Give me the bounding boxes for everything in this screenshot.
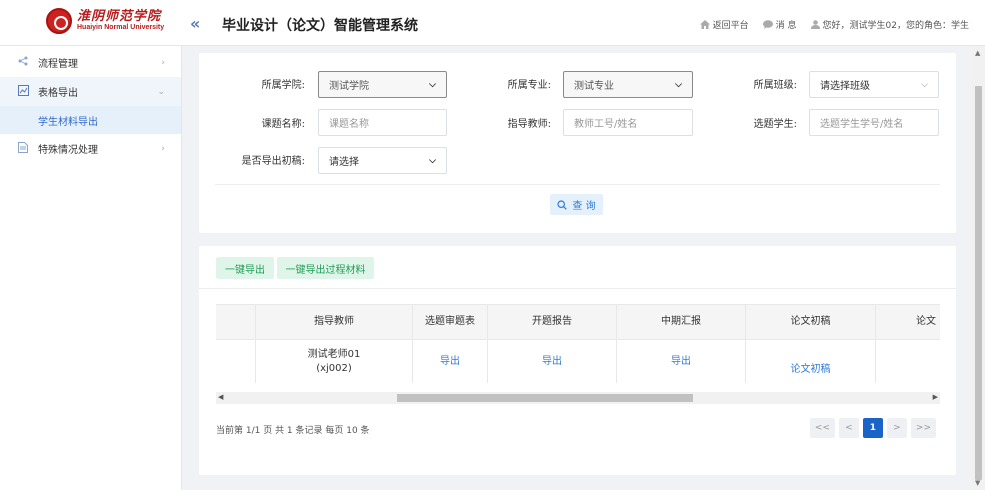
share-icon bbox=[18, 56, 32, 69]
sidebar-collapse-icon[interactable]: « bbox=[190, 14, 200, 33]
table-row: 测试老师01 (xj002) 导出 导出 导出 论文初稿 bbox=[216, 340, 940, 383]
return-platform-link[interactable]: 返回平台 bbox=[699, 18, 749, 31]
query-label: 查 询 bbox=[572, 201, 596, 212]
column-header bbox=[216, 305, 256, 339]
draft-link[interactable]: 论文初稿 bbox=[791, 363, 831, 377]
page-1-button[interactable]: 1 bbox=[862, 418, 883, 438]
major-label: 所属专业: bbox=[507, 80, 551, 91]
chevron-right-icon: › bbox=[161, 57, 165, 68]
divider bbox=[199, 288, 956, 289]
messages-label: 消 息 bbox=[775, 21, 797, 31]
next-page-button[interactable]: > bbox=[886, 418, 907, 438]
vertical-scrollbar[interactable]: ▲ ▼ bbox=[972, 46, 985, 490]
teacher-input[interactable]: 教师工号/姓名 bbox=[563, 109, 693, 136]
divider bbox=[215, 184, 940, 185]
teacher-id: (xj002) bbox=[316, 362, 352, 374]
table-header: 指导教师 选题审题表 开题报告 中期汇报 论文初稿 论文 bbox=[216, 305, 940, 340]
column-header: 中期汇报 bbox=[617, 305, 746, 339]
last-page-button[interactable]: >> bbox=[910, 418, 936, 438]
user-icon bbox=[810, 20, 820, 29]
column-header: 选题审题表 bbox=[413, 305, 488, 339]
pagination: << < 1 > >> bbox=[809, 418, 936, 438]
horizontal-scrollbar[interactable]: ◀ ▶ bbox=[216, 392, 940, 404]
logo-chinese-name: 淮阴师范学院 bbox=[77, 9, 162, 24]
teacher-label: 指导教师: bbox=[507, 119, 551, 130]
university-seal-icon bbox=[46, 8, 72, 34]
college-select[interactable]: 测试学院 ⌵ bbox=[318, 71, 447, 98]
draft-select[interactable]: 请选择 ⌵ bbox=[318, 147, 447, 174]
sidebar-subitem-student-material-export[interactable]: 学生材料导出 bbox=[0, 106, 181, 134]
teacher-cell: 测试老师01 (xj002) bbox=[256, 340, 413, 383]
chart-icon bbox=[18, 84, 32, 99]
chevron-down-icon: ⌵ bbox=[429, 156, 436, 166]
sidebar-item-special-cases[interactable]: 特殊情况处理 › bbox=[0, 134, 181, 163]
results-panel: 一键导出 一键导出过程材料 指导教师 选题审题表 开题报告 中期汇报 论文初稿 … bbox=[199, 246, 956, 475]
chevron-down-icon: ⌵ bbox=[675, 80, 682, 90]
university-logo: 淮阴师范学院 Huaiyin Normal University bbox=[46, 8, 164, 34]
scrollbar-thumb[interactable] bbox=[975, 86, 982, 480]
student-label: 选题学生: bbox=[753, 119, 797, 130]
student-input[interactable]: 选题学生学号/姓名 bbox=[809, 109, 939, 136]
search-icon bbox=[557, 199, 568, 210]
class-label: 所属班级: bbox=[753, 80, 797, 91]
message-icon bbox=[762, 20, 773, 29]
scrollbar-thumb[interactable] bbox=[397, 394, 693, 402]
class-select[interactable]: 请选择班级 ⌵ bbox=[809, 71, 939, 98]
column-header: 论文初稿 bbox=[746, 305, 876, 339]
table-cell bbox=[216, 340, 256, 383]
sidebar-item-table-export[interactable]: 表格导出 ⌄ bbox=[0, 77, 181, 106]
chevron-down-icon: ⌄ bbox=[157, 86, 165, 97]
export-midterm-link[interactable]: 导出 bbox=[671, 355, 691, 369]
column-header: 论文 bbox=[916, 316, 936, 327]
filter-panel: 所属学院: 测试学院 ⌵ 所属专业: 测试专业 ⌵ 所属班级: 请选择班级 ⌵ … bbox=[199, 53, 956, 233]
export-all-button[interactable]: 一键导出 bbox=[216, 257, 274, 279]
draft-label: 是否导出初稿: bbox=[241, 156, 305, 167]
prev-page-button[interactable]: < bbox=[838, 418, 859, 438]
export-review-link[interactable]: 导出 bbox=[440, 355, 460, 369]
logo-english-name: Huaiyin Normal University bbox=[77, 24, 165, 32]
system-title: 毕业设计（论文）智能管理系统 bbox=[222, 18, 418, 34]
pagination-info: 当前第 1/1 页 共 1 条记录 每页 10 条 bbox=[216, 426, 370, 436]
user-greeting: 您好，测试学生02，您的角色：学生 bbox=[822, 21, 969, 31]
scroll-up-arrow-icon[interactable]: ▲ bbox=[975, 49, 980, 57]
topic-input[interactable]: 课题名称 bbox=[318, 109, 447, 136]
export-process-materials-button[interactable]: 一键导出过程材料 bbox=[277, 257, 374, 279]
document-icon bbox=[18, 141, 32, 156]
scroll-down-arrow-icon[interactable]: ▼ bbox=[975, 479, 980, 487]
top-header: 淮阴师范学院 Huaiyin Normal University « 毕业设计（… bbox=[0, 0, 985, 46]
scroll-right-arrow-icon[interactable]: ▶ bbox=[933, 393, 938, 401]
sidebar-item-label: 流程管理 bbox=[38, 59, 78, 70]
query-button[interactable]: 查 询 bbox=[550, 194, 603, 215]
sidebar: 流程管理 › 表格导出 ⌄ 学生材料导出 特殊情况处理 › bbox=[0, 46, 182, 490]
sidebar-item-label: 特殊情况处理 bbox=[38, 145, 98, 156]
results-table: 指导教师 选题审题表 开题报告 中期汇报 论文初稿 论文 测试老师01 (xj0… bbox=[216, 304, 940, 383]
sidebar-subitem-label: 学生材料导出 bbox=[38, 116, 98, 128]
sidebar-item-label: 表格导出 bbox=[38, 88, 78, 99]
messages-link[interactable]: 消 息 bbox=[762, 18, 797, 31]
college-label: 所属学院: bbox=[261, 80, 305, 91]
home-icon bbox=[699, 20, 710, 29]
chevron-down-icon: ⌵ bbox=[921, 80, 928, 90]
chevron-right-icon: › bbox=[161, 143, 165, 154]
sidebar-item-process[interactable]: 流程管理 › bbox=[0, 48, 181, 77]
column-header: 开题报告 bbox=[488, 305, 617, 339]
chevron-down-icon: ⌵ bbox=[429, 80, 436, 90]
column-header: 指导教师 bbox=[256, 305, 413, 339]
teacher-name: 测试老师01 bbox=[307, 348, 361, 360]
topic-label: 课题名称: bbox=[261, 119, 305, 130]
first-page-button[interactable]: << bbox=[809, 418, 835, 438]
major-select[interactable]: 测试专业 ⌵ bbox=[563, 71, 693, 98]
export-proposal-link[interactable]: 导出 bbox=[542, 355, 562, 369]
return-platform-label: 返回平台 bbox=[712, 21, 749, 31]
user-info[interactable]: 您好，测试学生02，您的角色：学生 bbox=[810, 18, 969, 31]
scroll-left-arrow-icon[interactable]: ◀ bbox=[218, 393, 223, 401]
